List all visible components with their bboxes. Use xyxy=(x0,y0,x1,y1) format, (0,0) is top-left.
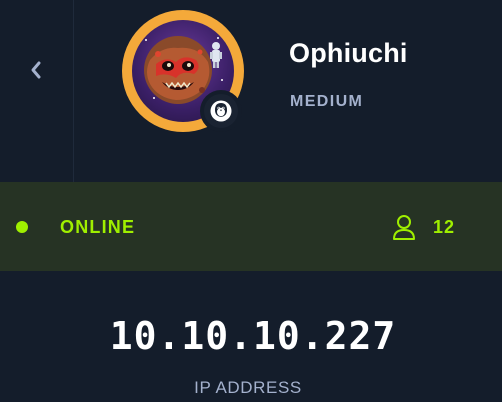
machine-header: Ophiuchi MEDIUM xyxy=(0,0,502,182)
online-status-dot-icon xyxy=(16,221,28,233)
ip-address-label: IP ADDRESS xyxy=(194,378,302,397)
linux-penguin-icon xyxy=(210,100,232,122)
machine-avatar xyxy=(122,10,244,132)
status-label: ONLINE xyxy=(60,217,136,237)
chevron-left-icon xyxy=(31,61,41,79)
user-icon xyxy=(393,215,415,240)
players-count: 12 xyxy=(433,217,456,237)
machine-name: Ophiuchi xyxy=(289,38,408,68)
os-badge xyxy=(200,90,242,132)
difficulty-label: MEDIUM xyxy=(290,93,364,110)
back-button[interactable] xyxy=(22,56,50,84)
ip-address[interactable]: 10.10.10.227 xyxy=(0,314,502,358)
back-column xyxy=(0,0,74,182)
